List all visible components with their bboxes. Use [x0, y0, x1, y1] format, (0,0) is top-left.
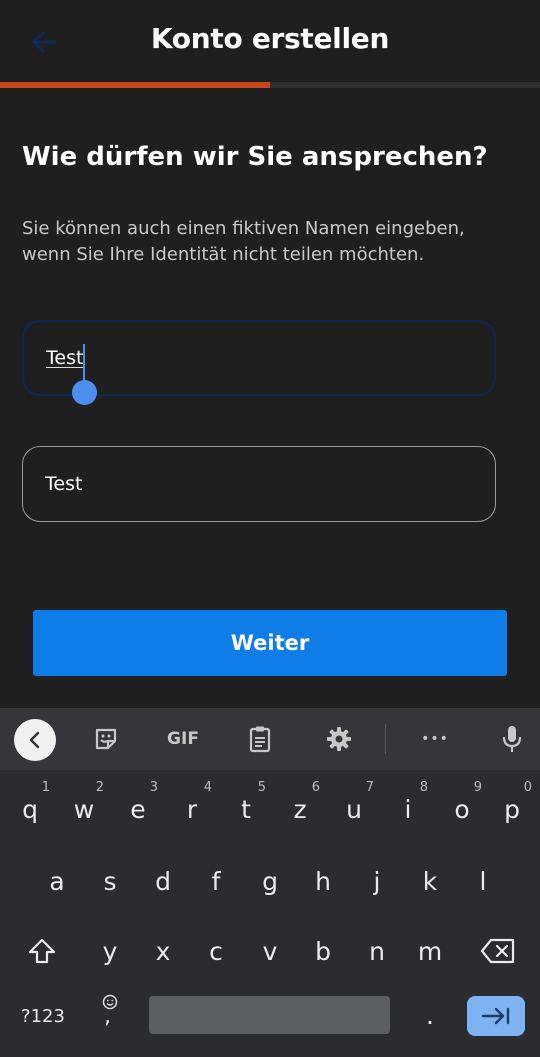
- microphone-icon: [502, 726, 522, 752]
- key-x[interactable]: x: [137, 926, 189, 976]
- key-c[interactable]: c: [190, 926, 242, 976]
- key-m[interactable]: m: [404, 926, 456, 976]
- key-k[interactable]: k: [404, 856, 456, 906]
- key-r[interactable]: r4: [166, 780, 218, 834]
- key-label: q: [22, 794, 38, 824]
- key-a[interactable]: a: [31, 856, 83, 906]
- sticker-icon: [95, 728, 117, 750]
- key-v[interactable]: v: [244, 926, 296, 976]
- app-header: Konto erstellen: [0, 0, 540, 82]
- helper-text-line: Sie können auch einen fiktiven Namen ein…: [22, 218, 465, 239]
- key-hint: 1: [41, 780, 50, 795]
- key-label: u: [346, 794, 362, 824]
- enter-key[interactable]: [467, 996, 525, 1036]
- key-q[interactable]: q1: [4, 780, 56, 834]
- helper-text: Sie können auch einen fiktiven Namen ein…: [22, 216, 522, 268]
- key-w[interactable]: w2: [58, 780, 110, 834]
- key-b[interactable]: b: [297, 926, 349, 976]
- question-heading: Wie dürfen wir Sie ansprechen?: [22, 142, 488, 172]
- period-key[interactable]: .: [412, 992, 448, 1038]
- key-e[interactable]: e3: [112, 780, 164, 834]
- key-d[interactable]: d: [137, 856, 189, 906]
- key-g[interactable]: g: [244, 856, 296, 906]
- text-cursor-handle[interactable]: [72, 344, 98, 406]
- key-label: e: [130, 794, 146, 824]
- key-label: p: [504, 794, 520, 824]
- key-label: t: [241, 794, 251, 824]
- key-u[interactable]: u7: [328, 780, 380, 834]
- key-p[interactable]: p0: [486, 780, 538, 834]
- page-title: Konto erstellen: [150, 22, 390, 55]
- spacebar[interactable]: [149, 996, 390, 1034]
- backspace-key[interactable]: [470, 926, 526, 976]
- keyboard-keys: q1 w2 e3 r4 t5 z6 u7 i8 o9 p0 a s d f g …: [0, 770, 540, 1057]
- shift-arrow-icon: [28, 938, 56, 964]
- next-button[interactable]: Weiter: [33, 610, 507, 676]
- chevron-left-icon: [29, 731, 40, 749]
- clipboard-button[interactable]: [243, 722, 277, 756]
- key-label: r: [186, 794, 198, 824]
- clipboard-icon: [249, 726, 271, 753]
- key-t[interactable]: t5: [220, 780, 272, 834]
- gear-icon: [327, 727, 351, 751]
- progress-bar: [0, 82, 540, 88]
- key-label: w: [73, 794, 95, 824]
- emoji-comma-key[interactable]: ,: [90, 990, 130, 1040]
- voice-input-button[interactable]: [496, 722, 528, 756]
- progress-fill: [0, 82, 270, 88]
- gif-button[interactable]: GIF: [160, 722, 206, 756]
- key-y[interactable]: y: [84, 926, 136, 976]
- text-cursor-dot[interactable]: [72, 380, 97, 405]
- sticker-button[interactable]: [88, 722, 124, 756]
- key-hint: 3: [149, 780, 158, 795]
- key-hint: 2: [95, 780, 104, 795]
- key-s[interactable]: s: [84, 856, 136, 906]
- next-field-icon: [481, 1007, 510, 1025]
- key-l[interactable]: l: [457, 856, 509, 906]
- key-z[interactable]: z6: [274, 780, 326, 834]
- settings-button[interactable]: [322, 722, 356, 756]
- key-i[interactable]: i8: [382, 780, 434, 834]
- keyboard-collapse-button[interactable]: [14, 719, 56, 761]
- key-label: z: [293, 794, 307, 824]
- backspace-icon: [480, 938, 515, 964]
- symbols-key[interactable]: ?123: [12, 994, 74, 1038]
- helper-text-line: wenn Sie Ihre Identität nicht teilen möc…: [22, 244, 425, 265]
- comma-label: ,: [104, 1004, 111, 1029]
- key-h[interactable]: h: [297, 856, 349, 906]
- key-hint: 0: [523, 780, 532, 795]
- key-hint: 6: [311, 780, 320, 795]
- key-f[interactable]: f: [190, 856, 242, 906]
- shift-key[interactable]: [14, 926, 70, 976]
- key-hint: 4: [203, 780, 212, 795]
- key-hint: 5: [257, 780, 266, 795]
- key-j[interactable]: j: [351, 856, 403, 906]
- toolbar-divider: [385, 724, 386, 754]
- key-n[interactable]: n: [351, 926, 403, 976]
- text-cursor-line: [83, 344, 85, 382]
- soft-keyboard: GIF ••• q 1 w 2 e 3 r 4 t 5 z 6 u 7 i 8 …: [0, 708, 540, 1057]
- last-name-input[interactable]: Test: [22, 446, 496, 522]
- key-hint: 7: [365, 780, 374, 795]
- last-name-value: Test: [45, 473, 83, 495]
- more-options-button[interactable]: •••: [415, 722, 455, 756]
- key-label: o: [454, 794, 470, 824]
- key-o[interactable]: o9: [436, 780, 488, 834]
- key-hint: 8: [419, 780, 428, 795]
- key-hint: 9: [473, 780, 482, 795]
- key-label: i: [404, 794, 412, 824]
- keyboard-toolbar: GIF •••: [0, 708, 540, 770]
